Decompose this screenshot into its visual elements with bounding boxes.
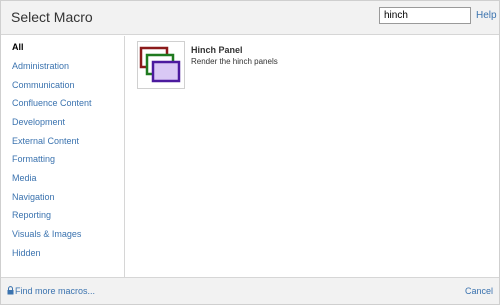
- category-administration[interactable]: Administration: [12, 61, 69, 71]
- category-visuals-images[interactable]: Visuals & Images: [12, 229, 81, 239]
- macro-thumbnail: [137, 41, 185, 89]
- dialog-footer: Find more macros... Cancel: [1, 277, 499, 304]
- select-macro-dialog: Select Macro Help All Administration Com…: [0, 0, 500, 305]
- category-reporting[interactable]: Reporting: [12, 210, 51, 220]
- macro-results: Hinch Panel Render the hinch panels: [126, 36, 499, 277]
- search-input[interactable]: [379, 7, 471, 24]
- help-link[interactable]: Help: [476, 10, 497, 21]
- dialog-title: Select Macro: [11, 9, 93, 25]
- dialog-header: Select Macro Help: [1, 1, 499, 35]
- lock-icon: [7, 286, 14, 295]
- macro-description: Render the hinch panels: [191, 57, 278, 66]
- category-media[interactable]: Media: [12, 173, 37, 183]
- find-more-label: Find more macros...: [15, 286, 96, 296]
- category-hidden[interactable]: Hidden: [12, 248, 41, 258]
- category-formatting[interactable]: Formatting: [12, 154, 55, 164]
- macro-name: Hinch Panel: [191, 45, 243, 55]
- category-sidebar: All Administration Communication Conflue…: [1, 36, 125, 277]
- stacked-panels-icon: [139, 46, 181, 83]
- category-communication[interactable]: Communication: [12, 80, 75, 90]
- find-more-macros-link[interactable]: Find more macros...: [7, 286, 95, 296]
- cancel-link[interactable]: Cancel: [465, 286, 493, 296]
- category-all[interactable]: All: [12, 42, 24, 52]
- category-navigation[interactable]: Navigation: [12, 192, 55, 202]
- category-external-content[interactable]: External Content: [12, 136, 79, 146]
- macro-card-hinch-panel[interactable]: Hinch Panel Render the hinch panels: [137, 41, 387, 93]
- category-confluence-content[interactable]: Confluence Content: [12, 98, 92, 108]
- category-development[interactable]: Development: [12, 117, 65, 127]
